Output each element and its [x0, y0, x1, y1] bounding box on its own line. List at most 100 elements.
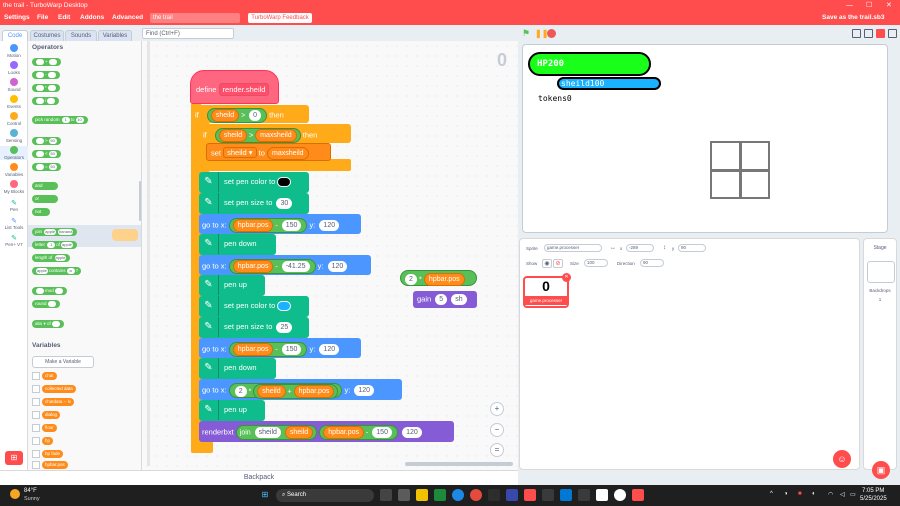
- set-pen-color-block-2[interactable]: ✎ set pen color to: [199, 296, 309, 317]
- app-icon-2[interactable]: [506, 489, 518, 501]
- app-icon-1[interactable]: [488, 489, 500, 501]
- pen-up-block-1[interactable]: ✎ pen up: [199, 275, 265, 296]
- sprite-name-input[interactable]: game.processer: [544, 244, 602, 252]
- minecraft-icon[interactable]: [398, 489, 410, 501]
- abs-of-block[interactable]: abs ▾ of: [32, 320, 64, 328]
- wifi-icon[interactable]: ◠: [828, 491, 833, 498]
- divide-block[interactable]: /: [32, 97, 60, 105]
- fullscreen-icon[interactable]: [888, 29, 897, 38]
- category-looks[interactable]: Looks: [0, 61, 28, 75]
- stage-mode-icon[interactable]: [876, 29, 885, 38]
- weather-temp[interactable]: 84°F: [24, 488, 37, 494]
- weather-desc[interactable]: Sunny: [24, 496, 40, 502]
- sprite-thumbnail[interactable]: 0 game.processer ✕: [523, 273, 571, 308]
- add-block[interactable]: +: [32, 58, 61, 66]
- green-flag-icon[interactable]: ⚑: [522, 29, 531, 38]
- not-block[interactable]: not: [32, 208, 50, 216]
- delete-sprite-icon[interactable]: ✕: [562, 273, 571, 282]
- color-swatch-black[interactable]: [277, 177, 292, 187]
- tray-icon-1[interactable]: ◑: [784, 491, 788, 497]
- pen-down-block-1[interactable]: ✎ pen down: [199, 234, 276, 255]
- go-to-xy-block-2[interactable]: go to x: hpbar.pos - -41.25 y: 120: [199, 255, 371, 275]
- backpack-bar[interactable]: Backpack: [0, 470, 518, 485]
- menu-addons[interactable]: Addons: [80, 14, 104, 21]
- stop-icon[interactable]: [547, 29, 556, 38]
- sprite-size-input[interactable]: 100: [584, 259, 608, 267]
- project-title-input[interactable]: the trail: [150, 13, 240, 23]
- stage-canvas[interactable]: HP200 sheild100 tokens0: [522, 44, 888, 233]
- or-block[interactable]: or: [32, 195, 58, 203]
- and-block[interactable]: and: [32, 182, 58, 190]
- pick-random-block[interactable]: pick random 1 to 10: [32, 116, 88, 124]
- menu-edit[interactable]: Edit: [58, 14, 70, 21]
- pen-down-block-2[interactable]: ✎ pen down: [199, 358, 276, 379]
- less-than-block[interactable]: <50: [32, 150, 61, 158]
- var-floor[interactable]: floor: [42, 424, 57, 432]
- pen-up-block-2[interactable]: ✎ pen up: [199, 400, 265, 421]
- category-operators[interactable]: Operators: [0, 146, 28, 160]
- find-input[interactable]: Find (Ctrl+F): [142, 28, 234, 39]
- var-dialog[interactable]: dialog: [42, 411, 61, 419]
- length-of-block[interactable]: length of apple: [32, 254, 71, 262]
- app-icon-5[interactable]: [578, 489, 590, 501]
- sprite-x-input[interactable]: -289: [626, 244, 654, 252]
- var-checkbox-chat[interactable]: [32, 372, 40, 380]
- menu-settings[interactable]: Settings: [4, 14, 30, 21]
- round-block[interactable]: round: [32, 300, 60, 308]
- if-sheild-gt-maxsheild-block[interactable]: if sheild > maxsheild then: [199, 124, 351, 143]
- set-pen-size-25-block[interactable]: ✎ set pen size to 25: [199, 317, 309, 338]
- category-pen-plus[interactable]: ✎ Pen+ V7: [0, 234, 28, 247]
- taskbar-search[interactable]: ⌕ Search: [276, 489, 374, 502]
- loose-multiply-block[interactable]: 2 * hpbar.pos: [400, 270, 477, 286]
- add-extension-button[interactable]: ⊞: [5, 451, 23, 465]
- tab-variables[interactable]: Variables: [98, 30, 132, 41]
- tray-icon-3[interactable]: ◐: [812, 491, 816, 497]
- gain-block[interactable]: gain 5 sh: [413, 291, 477, 308]
- minimize-button[interactable]: —: [846, 0, 853, 11]
- close-button[interactable]: ✕: [886, 0, 892, 11]
- sprite-y-input[interactable]: 90: [678, 244, 706, 252]
- tab-sounds[interactable]: Sounds: [65, 30, 97, 41]
- go-to-xy-block-1[interactable]: go to x: hpbar.pos - 150 y: 120: [199, 214, 361, 234]
- turbowarp-icon[interactable]: [524, 489, 536, 501]
- show-eye-icon[interactable]: ◉: [542, 259, 552, 268]
- xbox-icon[interactable]: [434, 489, 446, 501]
- tray-icon-2[interactable]: ■: [798, 491, 802, 497]
- hide-eye-icon[interactable]: ⊘: [553, 259, 563, 268]
- app-icon-3[interactable]: [542, 489, 554, 501]
- small-stage-icon[interactable]: [852, 29, 861, 38]
- category-my-blocks[interactable]: My Blocks: [0, 180, 28, 194]
- renderbxt-block[interactable]: renderbxt join sheild sheild hpbar.pos -…: [199, 421, 454, 442]
- category-sound[interactable]: Sound: [0, 78, 28, 92]
- define-block[interactable]: define render.sheild: [190, 70, 279, 104]
- subtract-block[interactable]: -: [32, 71, 60, 79]
- var-chatdata[interactable]: chatdata -- lv: [42, 398, 75, 406]
- app-icon-8[interactable]: [632, 489, 644, 501]
- menu-advanced[interactable]: Advanced: [112, 14, 143, 21]
- add-sprite-button[interactable]: ☺: [833, 450, 851, 468]
- tray-chevron-icon[interactable]: ^: [770, 491, 773, 497]
- var-hp[interactable]: hp: [42, 437, 54, 445]
- category-events[interactable]: Events: [0, 95, 28, 109]
- save-button[interactable]: Save as the trail.sb3: [822, 14, 885, 21]
- task-view-icon[interactable]: [380, 489, 392, 501]
- var-checkbox-floor[interactable]: [32, 424, 40, 432]
- app-icon-6[interactable]: [596, 489, 608, 501]
- add-backdrop-button[interactable]: ▣: [872, 461, 890, 479]
- clock-time[interactable]: 7:05 PM: [862, 488, 884, 494]
- set-sheild-block[interactable]: set sheild ▾ to maxsheild: [206, 143, 331, 161]
- var-checkbox-collected-data[interactable]: [32, 385, 40, 393]
- zoom-reset-button[interactable]: =: [490, 443, 504, 457]
- var-checkbox-hp[interactable]: [32, 437, 40, 445]
- clock-date[interactable]: 5/25/2025: [860, 496, 887, 502]
- letter-of-block[interactable]: letter 1 of apple: [32, 241, 77, 249]
- battery-icon[interactable]: ▭: [850, 491, 856, 498]
- go-to-xy-block-4[interactable]: go to x: 2 * sheild + hpbar.pos y: 120: [199, 379, 402, 400]
- app-icon-4[interactable]: [560, 489, 572, 501]
- category-pen[interactable]: ✎ Pen: [0, 199, 28, 212]
- maximize-button[interactable]: ☐: [866, 0, 872, 11]
- set-pen-size-30-block[interactable]: ✎ set pen size to 30: [199, 193, 309, 214]
- var-hp-fade[interactable]: hp fade: [42, 450, 64, 458]
- color-swatch-cyan[interactable]: [277, 301, 292, 311]
- edge-icon[interactable]: [452, 489, 464, 501]
